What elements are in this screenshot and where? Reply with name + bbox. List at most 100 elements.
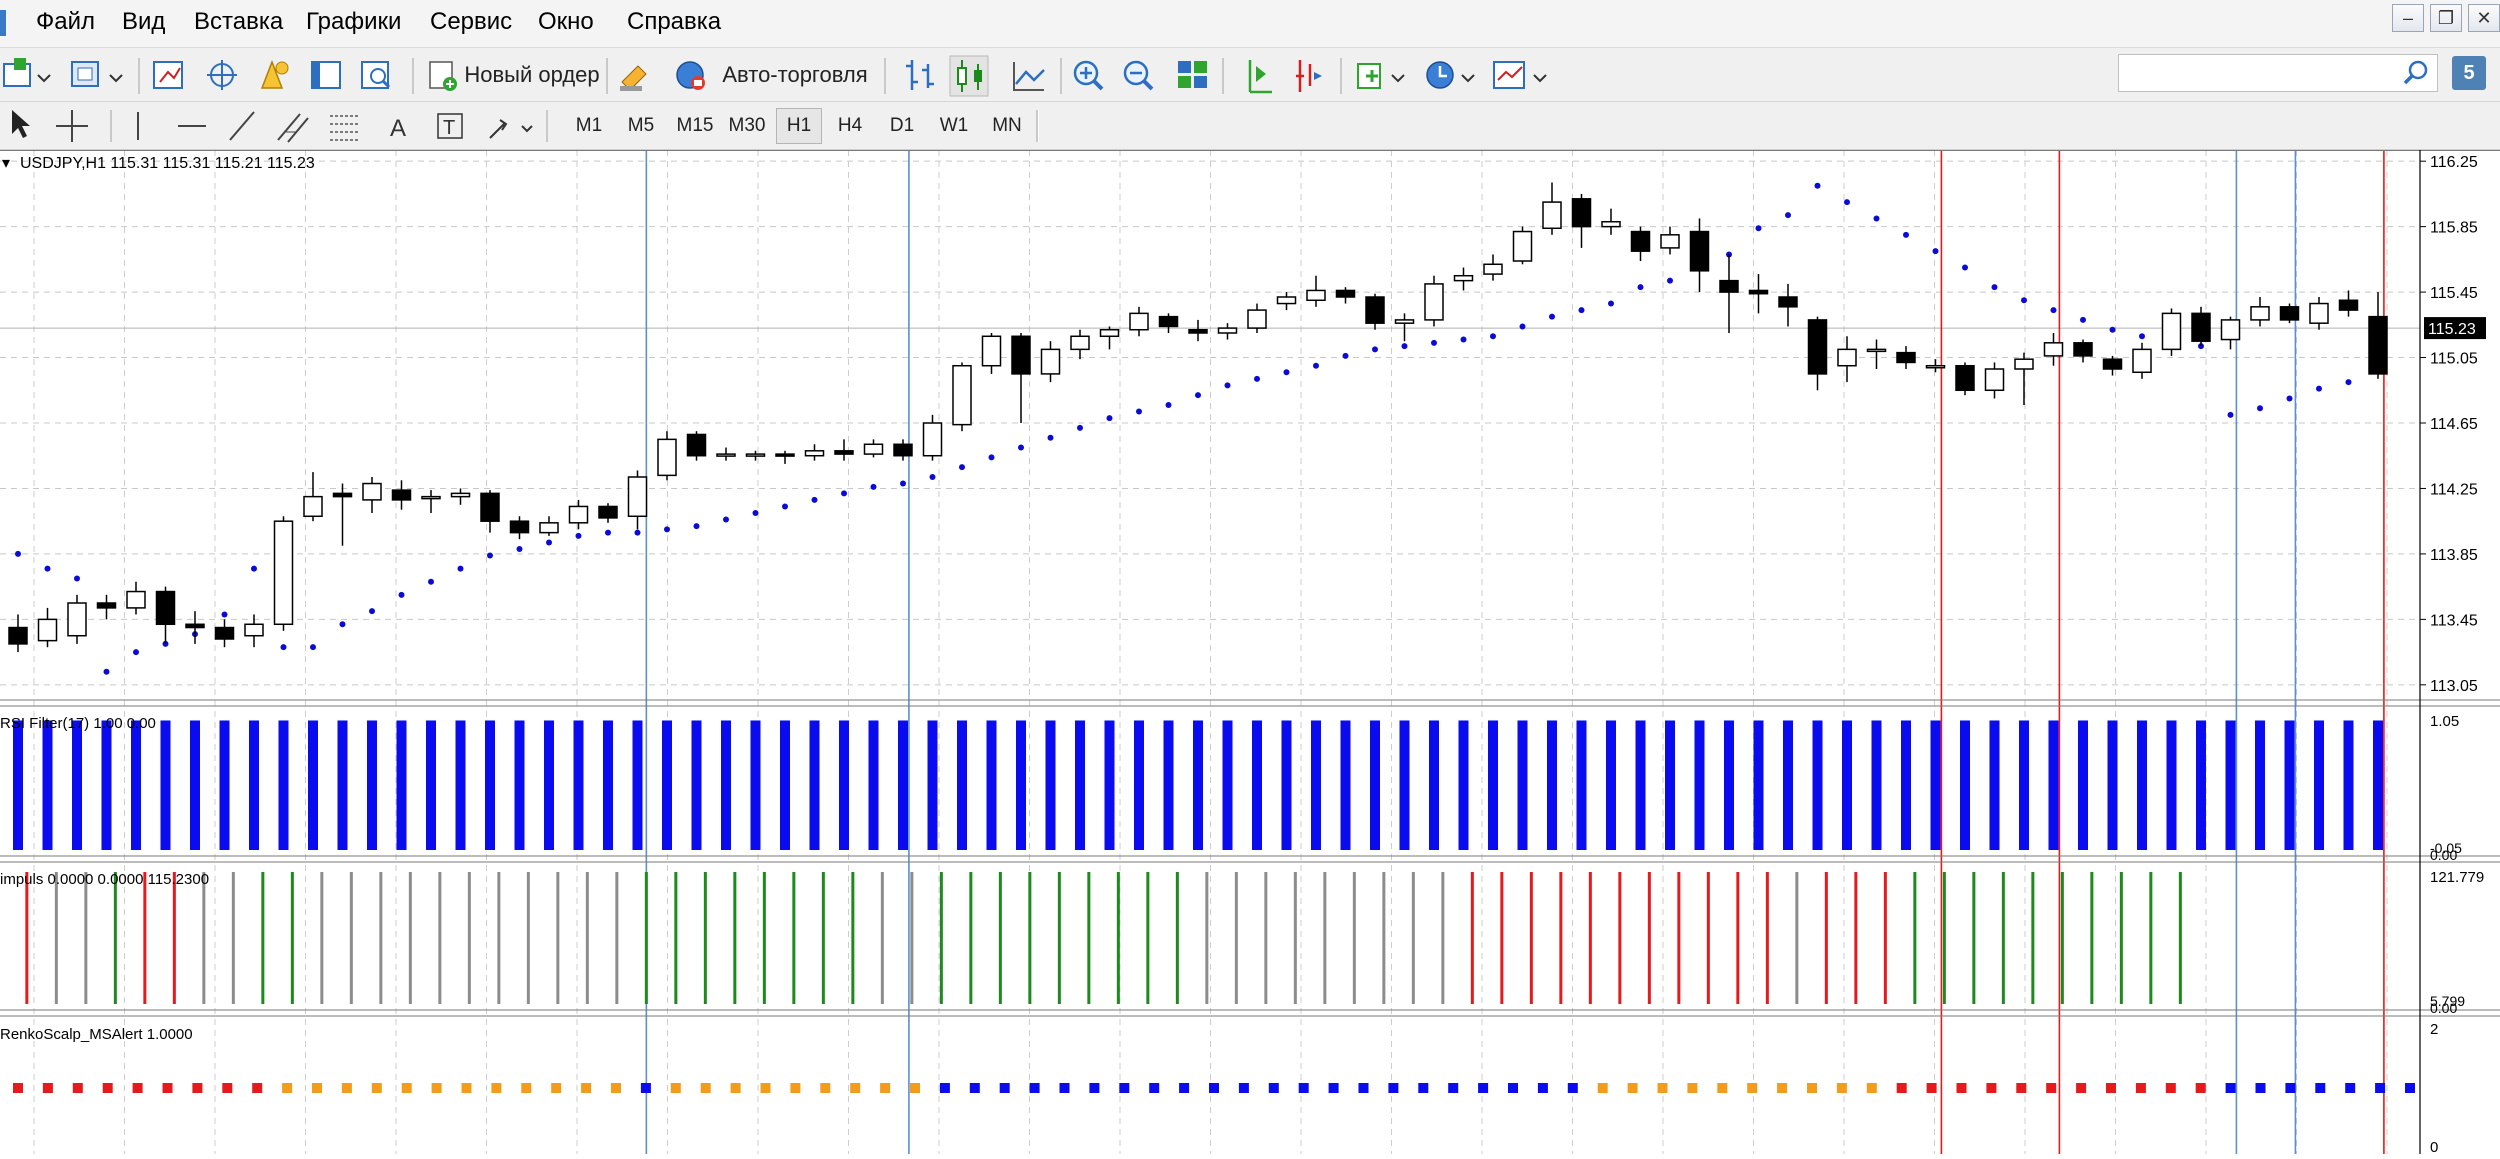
- candle-body: [2043, 342, 2064, 357]
- metaeditor-icon[interactable]: [620, 65, 647, 91]
- crosshair-icon[interactable]: [207, 60, 237, 90]
- profiles-icon[interactable]: [71, 61, 123, 87]
- renko-dot: [820, 1083, 831, 1093]
- timeframe-mn[interactable]: MN: [984, 108, 1030, 144]
- rsi-bar: [1252, 720, 1262, 850]
- timeframe-d1[interactable]: D1: [880, 108, 924, 144]
- renko-dot: [222, 1083, 233, 1093]
- templates-icon[interactable]: [1493, 61, 1547, 89]
- renko-label: RenkoScalp_MSAlert 1.0000: [0, 1026, 193, 1043]
- text-tool-icon[interactable]: A: [390, 115, 406, 142]
- autoscroll-icon[interactable]: [1296, 60, 1322, 92]
- candle-body: [2132, 348, 2152, 374]
- candle-body: [155, 590, 176, 626]
- rsi-bar: [868, 720, 879, 850]
- renko-dot: [252, 1083, 263, 1093]
- crosshair-tool-icon[interactable]: [56, 110, 88, 142]
- auto-trading-button[interactable]: Авто-торговля: [714, 56, 876, 94]
- chart-shift-icon[interactable]: [1248, 60, 1272, 94]
- cursor-icon[interactable]: [12, 110, 30, 138]
- auto-trading-icon[interactable]: [676, 61, 705, 90]
- candle-body: [2073, 342, 2093, 357]
- renko-dot: [2375, 1083, 2386, 1093]
- timeframe-h4[interactable]: H4: [828, 108, 872, 144]
- bar-chart-icon[interactable]: [906, 60, 934, 90]
- minimize-button[interactable]: –: [2392, 4, 2424, 32]
- menu-insert[interactable]: Вставка: [194, 8, 283, 36]
- renko-dot: [1986, 1083, 1997, 1093]
- menu-tools[interactable]: Сервис: [430, 8, 512, 36]
- text-label-icon[interactable]: T: [437, 113, 463, 139]
- sar-dot: [1431, 339, 1437, 346]
- timeframe-m5[interactable]: M5: [620, 108, 662, 144]
- rsi-bar: [278, 720, 289, 850]
- sar-dot: [103, 668, 110, 675]
- new-chart-icon[interactable]: [3, 58, 51, 87]
- timeframe-h1[interactable]: H1: [776, 108, 822, 144]
- community-badge[interactable]: 5: [2452, 56, 2486, 90]
- candle-body: [273, 520, 294, 626]
- candle-body: [1335, 289, 1356, 298]
- renko-dot: [42, 1083, 53, 1093]
- search-input[interactable]: [2118, 54, 2438, 92]
- timeframe-m1[interactable]: M1: [568, 108, 610, 144]
- menu-window[interactable]: Окно: [538, 8, 594, 36]
- fibonacci-icon[interactable]: [330, 115, 358, 141]
- equidistant-channel-icon[interactable]: [277, 113, 309, 143]
- candlestick-icon[interactable]: [949, 55, 989, 97]
- chart-collapse-icon[interactable]: ▾: [2, 155, 10, 172]
- menu-help[interactable]: Справка: [627, 8, 721, 36]
- candle-body: [686, 433, 707, 457]
- sar-dot: [221, 611, 228, 618]
- close-button[interactable]: ✕: [2468, 4, 2500, 32]
- candle-body: [1099, 328, 1120, 338]
- terminal-icon[interactable]: [311, 61, 341, 89]
- timeframe-w1[interactable]: W1: [932, 108, 976, 144]
- new-order-button[interactable]: Новый ордер: [462, 56, 602, 94]
- candle-body: [332, 492, 353, 498]
- tile-windows-icon[interactable]: [1178, 61, 1207, 88]
- periodicity-icon[interactable]: [1426, 61, 1475, 89]
- menu-file[interactable]: Файл: [36, 8, 95, 36]
- arrows-icon[interactable]: [489, 119, 533, 139]
- rsi-bar: [2343, 720, 2354, 850]
- sar-dot: [870, 483, 877, 490]
- menu-view[interactable]: Вид: [122, 8, 165, 36]
- renko-dot: [1089, 1083, 1100, 1093]
- search-icon[interactable]: [2402, 58, 2432, 88]
- sar-dot: [1814, 182, 1821, 189]
- candle-body: [863, 443, 884, 455]
- candle-body: [1660, 234, 1680, 249]
- zoom-in-icon[interactable]: [1073, 60, 1104, 91]
- price-tick-label: 113.45: [2430, 612, 2478, 629]
- trendline-icon[interactable]: [229, 111, 255, 141]
- price-tick-label: 114.25: [2430, 481, 2478, 498]
- line-chart-icon[interactable]: [1013, 62, 1045, 91]
- renko-dot: [1448, 1083, 1459, 1093]
- renko-dot: [2225, 1083, 2236, 1093]
- restore-button[interactable]: ❐: [2430, 4, 2462, 32]
- renko-dot: [730, 1083, 741, 1093]
- zoom-out-icon[interactable]: [1123, 60, 1154, 91]
- market-watch-icon[interactable]: [153, 61, 183, 89]
- candle-body: [244, 623, 264, 637]
- navigator-icon[interactable]: [260, 59, 289, 89]
- sar-dot: [1077, 424, 1083, 431]
- price-tick-label: 116.25: [2430, 154, 2478, 171]
- indicators-list-icon[interactable]: [1357, 63, 1405, 89]
- new-order-icon[interactable]: [429, 61, 457, 91]
- rsi-bar: [1635, 720, 1646, 850]
- renko-dot: [1567, 1083, 1578, 1093]
- candle-body: [1896, 351, 1916, 364]
- sar-dot: [1254, 375, 1260, 382]
- renko-dot: [521, 1083, 532, 1093]
- strategy-tester-icon[interactable]: [361, 61, 391, 89]
- candle-body: [214, 626, 235, 640]
- renko-dot: [1119, 1083, 1130, 1093]
- candle-body: [2014, 358, 2034, 370]
- chart-canvas[interactable]: ▾ USDJPY,H1 115.31 115.31 115.21 115.23 …: [0, 150, 2500, 1156]
- menu-charts[interactable]: Графики: [306, 8, 401, 36]
- timeframe-m30[interactable]: M30: [722, 108, 772, 144]
- chart-window[interactable]: ▾ USDJPY,H1 115.31 115.31 115.21 115.23 …: [0, 150, 2500, 1156]
- timeframe-m15[interactable]: M15: [670, 108, 720, 144]
